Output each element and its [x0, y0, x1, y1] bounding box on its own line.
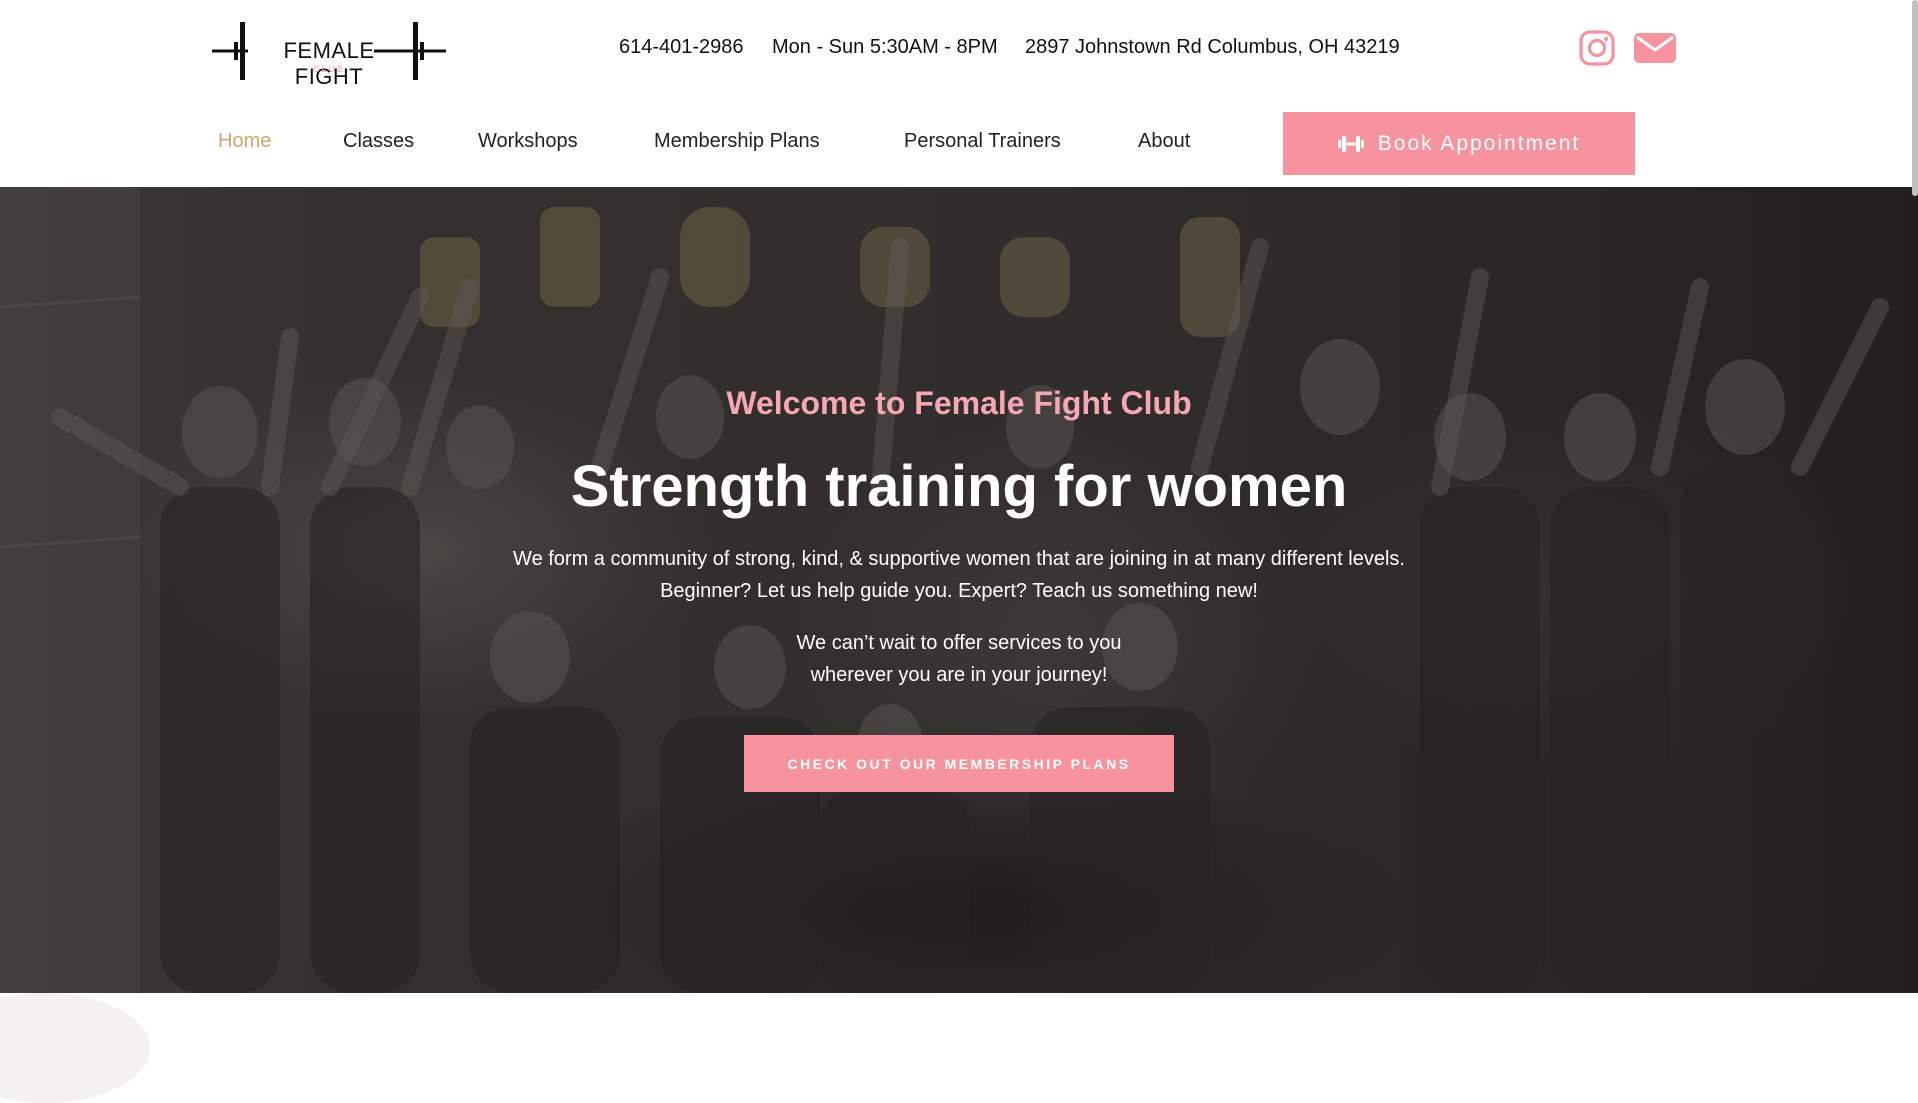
nav-item-classes[interactable]: Classes [343, 130, 414, 153]
logo-subtitle: CLUB [312, 64, 345, 74]
hero-description-line: Beginner? Let us help guide you. Expert?… [660, 580, 1258, 602]
hero-subtext-line: wherever you are in your journey! [810, 664, 1108, 686]
nav-item-personal-trainers[interactable]: Personal Trainers [904, 130, 1061, 153]
hero-description: We form a community of strong, kind, & s… [0, 543, 1918, 607]
nav-item-membership-plans[interactable]: Membership Plans [654, 130, 820, 153]
site-header: FEMALE FIGHT CLUB 614-401-2986 Mon - Sun… [0, 0, 1918, 100]
hero-title: Strength training for women [570, 454, 1348, 519]
hero-subtext-line: We can’t wait to offer services to you [796, 632, 1122, 654]
page-scrollbar[interactable] [1912, 0, 1918, 196]
membership-plans-cta-button[interactable]: CHECK OUT OUR MEMBERSHIP PLANS [744, 735, 1174, 792]
nav-item-workshops[interactable]: Workshops [478, 130, 578, 153]
site-logo[interactable]: FEMALE FIGHT CLUB [210, 20, 448, 89]
book-appointment-label: Book Appointment [1377, 131, 1581, 155]
next-section-start [0, 993, 1918, 1032]
nav-item-about[interactable]: About [1138, 130, 1190, 153]
hero-description-line: We form a community of strong, kind, & s… [513, 548, 1405, 570]
instagram-icon[interactable] [1579, 30, 1615, 66]
hero-section: Welcome to Female Fight Club Strength tr… [0, 187, 1918, 993]
header-phone[interactable]: 614-401-2986 [619, 36, 744, 59]
nav-item-home[interactable]: Home [218, 130, 271, 153]
dumbbell-icon [1337, 135, 1364, 152]
hero-subtext: We can’t wait to offer services to you w… [0, 627, 1918, 691]
header-address[interactable]: 2897 Johnstown Rd Columbus, OH 43219 [1025, 36, 1400, 59]
mail-icon[interactable] [1634, 33, 1676, 63]
hero-eyebrow: Welcome to Female Fight Club [726, 385, 1192, 421]
book-appointment-button[interactable]: Book Appointment [1283, 112, 1635, 175]
header-hours: Mon - Sun 5:30AM - 8PM [772, 36, 998, 58]
